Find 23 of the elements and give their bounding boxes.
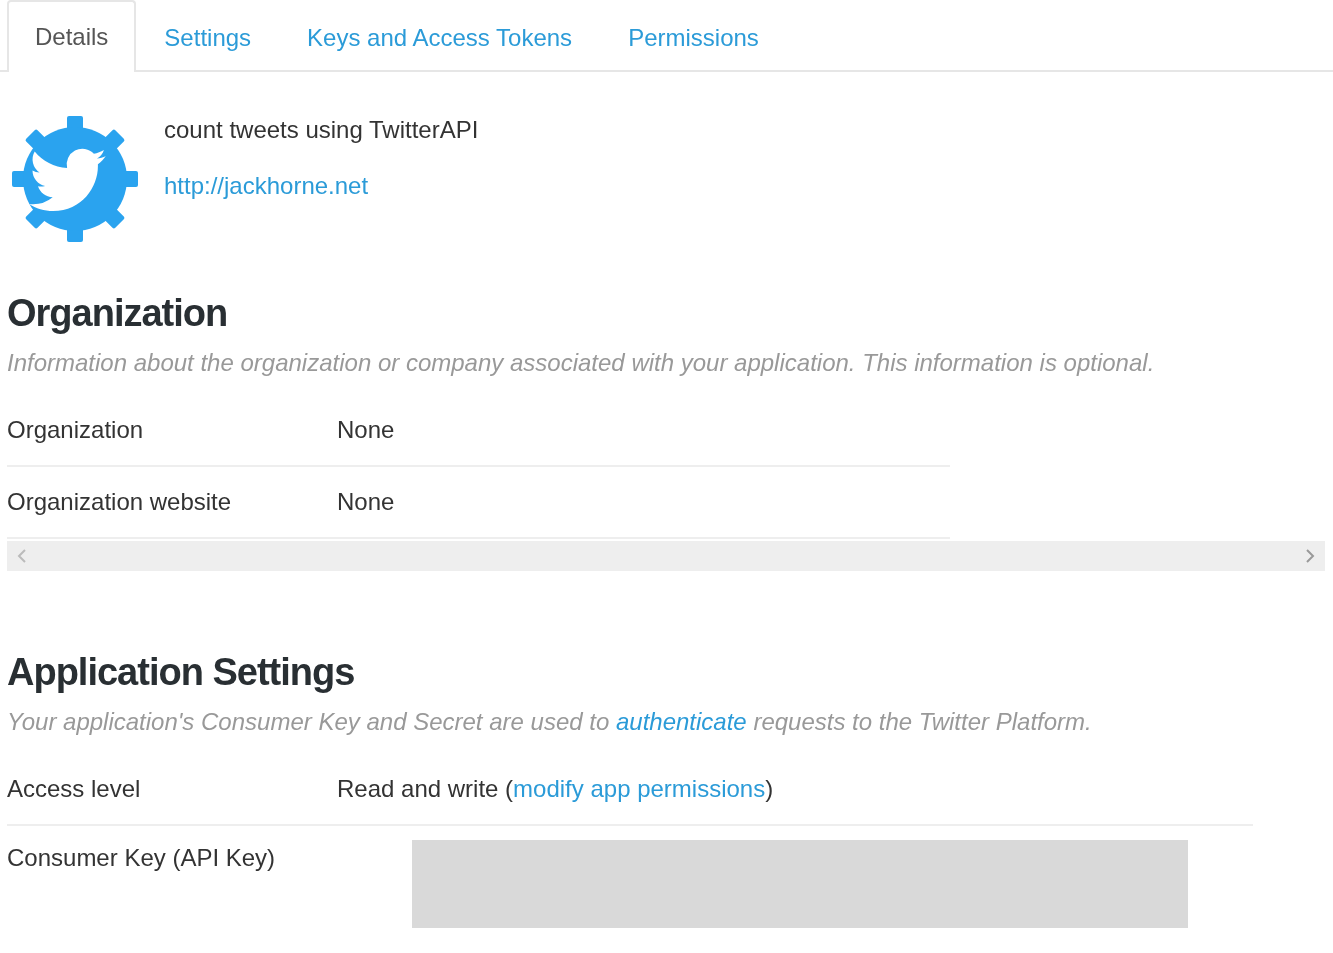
modify-permissions-link[interactable]: modify app permissions [513, 775, 766, 802]
scroll-right-icon[interactable] [1305, 549, 1315, 563]
tab[interactable]: Permissions [600, 2, 787, 72]
field-label: Consumer Key (API Key) [7, 844, 277, 873]
field-value: None [337, 416, 395, 444]
authenticate-link[interactable]: authenticate [615, 708, 747, 735]
horizontal-scrollbar[interactable] [7, 541, 1325, 571]
bird-gear-icon [10, 114, 140, 244]
field-value: Read and write (modify app permissions) [337, 775, 774, 803]
section-description: Your application's Consumer Key and Secret are used to authenticate requests to the Twitter Platform. [6, 707, 1093, 736]
section-heading: Application Settings [6, 651, 356, 694]
tab[interactable]: Keys and Access Tokens [279, 2, 601, 72]
field-label: Organization [7, 416, 145, 444]
field-label: Access level [7, 775, 142, 803]
scroll-left-icon[interactable] [17, 549, 27, 563]
app-url-link[interactable]: http://jackhorne.net [164, 172, 369, 199]
tab[interactable]: Settings [136, 2, 280, 72]
section-heading: Organization [6, 292, 229, 335]
app-name: count tweets using TwitterAPI [164, 116, 479, 144]
tab[interactable]: Details [7, 0, 137, 72]
field-value: None [337, 488, 395, 516]
section-description: Information about the organization or company associated with your application. This information is optional. [6, 348, 1156, 377]
field-label: Organization website [7, 488, 233, 516]
